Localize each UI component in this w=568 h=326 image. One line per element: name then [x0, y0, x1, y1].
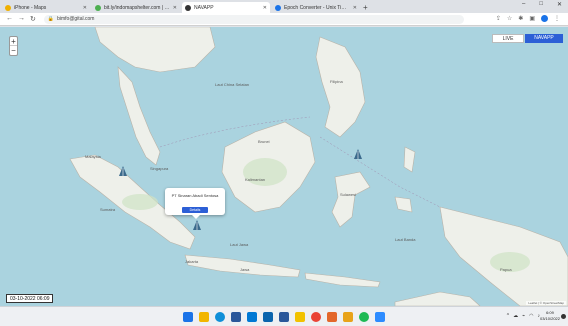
- store-icon[interactable]: [231, 312, 241, 322]
- map-label: Singapura: [150, 166, 169, 171]
- popup-company-name: PT Sinaran Abadi Sentosa: [171, 193, 219, 198]
- map-label: Malaysia: [85, 154, 101, 159]
- zoom-in-button[interactable]: +: [10, 37, 17, 46]
- system-tray: ^ ☁ ⌁ ◠ ♪: [507, 313, 540, 319]
- extension-icon[interactable]: ✱: [518, 15, 523, 22]
- marker-popup: PT Sinaran Abadi Sentosa Details: [165, 188, 225, 219]
- mail-icon[interactable]: [247, 312, 257, 322]
- land-maluku: [394, 196, 413, 213]
- tower-marker-icon[interactable]: [118, 166, 128, 176]
- new-tab-button[interactable]: +: [363, 2, 368, 13]
- close-icon[interactable]: ✕: [353, 5, 357, 11]
- edge-icon[interactable]: [215, 312, 225, 322]
- map-label: Kalimantan: [245, 177, 266, 182]
- excel-icon[interactable]: [327, 312, 337, 322]
- land-halmahera: [403, 146, 416, 173]
- star-icon[interactable]: ☆: [507, 15, 512, 22]
- browser-tab-bar: iPhone - Maps ✕ bit.ly/indomapshelter.co…: [0, 0, 568, 13]
- tab-label: Epoch Converter - Unix Timesta...: [284, 4, 350, 11]
- url-text: bimfo@gital.com: [57, 16, 95, 22]
- lock-icon: 🔒: [47, 16, 55, 22]
- tab-navapp[interactable]: NAVAPP ✕: [182, 2, 270, 13]
- folder-icon[interactable]: [295, 312, 305, 322]
- tab-favicon-icon: [275, 4, 281, 11]
- outlook-icon[interactable]: [263, 312, 273, 322]
- land-australia: [394, 291, 481, 306]
- popup-details-button[interactable]: Details: [182, 207, 208, 213]
- chrome-icon[interactable]: [311, 312, 321, 322]
- close-icon[interactable]: ✕: [263, 5, 267, 11]
- map-label: Laut Jawa: [230, 242, 249, 247]
- map-label: Sumatra: [100, 207, 116, 212]
- spotify-icon[interactable]: [359, 312, 369, 322]
- land-java: [184, 254, 301, 278]
- maximize-button[interactable]: □: [539, 1, 543, 8]
- forward-arrow-icon[interactable]: →: [18, 15, 25, 23]
- taskbar-apps: [183, 312, 385, 322]
- tab-favicon-icon: [95, 4, 101, 11]
- tab-label: iPhone - Maps: [14, 4, 47, 11]
- zoom-control: + −: [9, 36, 18, 56]
- browser-extensions: ⇪ ☆ ✱ ▣ ⋮: [496, 15, 560, 22]
- clock-date: 03/10/2022: [539, 316, 560, 321]
- tower-marker-icon[interactable]: [192, 220, 202, 230]
- cloud-icon[interactable]: ☁: [513, 313, 518, 319]
- map-attribution[interactable]: Leaflet | © OpenStreetMap: [526, 301, 566, 305]
- taskbar-clock[interactable]: 6:09 03/10/2022: [540, 310, 560, 322]
- timestamp-label: 03-10-2022 06:09: [6, 294, 54, 303]
- window-controls: – □ ✕: [522, 1, 562, 8]
- map-label: Filipina: [330, 79, 343, 84]
- menu-icon[interactable]: ⋮: [554, 15, 560, 22]
- map-label: Papua: [500, 267, 512, 272]
- windows-icon[interactable]: [183, 312, 193, 322]
- network-icon[interactable]: ⌁: [522, 313, 525, 319]
- map-label: Jakarta: [185, 259, 199, 264]
- close-icon[interactable]: ✕: [83, 5, 87, 11]
- land-philippines: [315, 36, 366, 138]
- zoom-icon[interactable]: [375, 312, 385, 322]
- tab-favicon-icon: [5, 4, 11, 11]
- map-label: Laut China Selatan: [215, 82, 250, 87]
- profile-avatar[interactable]: [541, 15, 548, 22]
- forest-sumatra: [122, 194, 158, 210]
- map-view[interactable]: Malaysia Singapura Brunei Filipina Kalim…: [0, 27, 568, 306]
- live-button[interactable]: LIVE: [492, 34, 524, 43]
- back-arrow-icon[interactable]: ←: [6, 15, 13, 23]
- map-label: Sulawesi: [340, 192, 357, 197]
- map-label: Jawa: [240, 267, 250, 272]
- tab-label: NAVAPP: [194, 4, 214, 11]
- navapp-button[interactable]: NAVAPP: [525, 34, 563, 43]
- minimize-button[interactable]: –: [522, 1, 525, 8]
- land-sulawesi: [331, 171, 371, 228]
- photos-icon[interactable]: [343, 312, 353, 322]
- zoom-out-button[interactable]: −: [10, 46, 17, 55]
- close-icon[interactable]: ✕: [173, 5, 177, 11]
- word-icon[interactable]: [279, 312, 289, 322]
- sidebar-icon[interactable]: ▣: [529, 15, 535, 22]
- tab-indomap[interactable]: bit.ly/indomapshelter.com | loadin... ✕: [92, 2, 180, 13]
- map-label: Brunei: [258, 139, 270, 144]
- close-window-button[interactable]: ✕: [557, 1, 562, 8]
- tab-iphone-maps[interactable]: iPhone - Maps ✕: [2, 2, 90, 13]
- tower-marker-icon[interactable]: [353, 149, 363, 159]
- map-label: Laut Banda: [395, 237, 416, 242]
- land-nusa-tenggara: [304, 272, 381, 288]
- taskbar: ^ ☁ ⌁ ◠ ♪ 6:09 03/10/2022: [0, 306, 568, 326]
- share-icon[interactable]: ⇪: [496, 15, 501, 22]
- url-input[interactable]: 🔒 bimfo@gital.com: [43, 14, 464, 24]
- tab-label: bit.ly/indomapshelter.com | loadin...: [104, 4, 170, 11]
- land-malay-peninsula: [117, 66, 161, 166]
- land-indochina: [94, 27, 216, 73]
- notification-icon[interactable]: [561, 314, 566, 319]
- chevron-up-icon[interactable]: ^: [507, 313, 509, 319]
- tab-epoch-converter[interactable]: Epoch Converter - Unix Timesta... ✕: [272, 2, 360, 13]
- address-bar-row: ← → ↻ 🔒 bimfo@gital.com ⇪ ☆ ✱ ▣ ⋮: [0, 13, 568, 26]
- map-canvas: [69, 27, 568, 306]
- wifi-icon[interactable]: ◠: [529, 313, 533, 319]
- tab-favicon-icon: [185, 4, 191, 11]
- reload-icon[interactable]: ↻: [30, 15, 36, 23]
- explorer-icon[interactable]: [199, 312, 209, 322]
- nav-buttons: ← → ↻: [6, 15, 36, 23]
